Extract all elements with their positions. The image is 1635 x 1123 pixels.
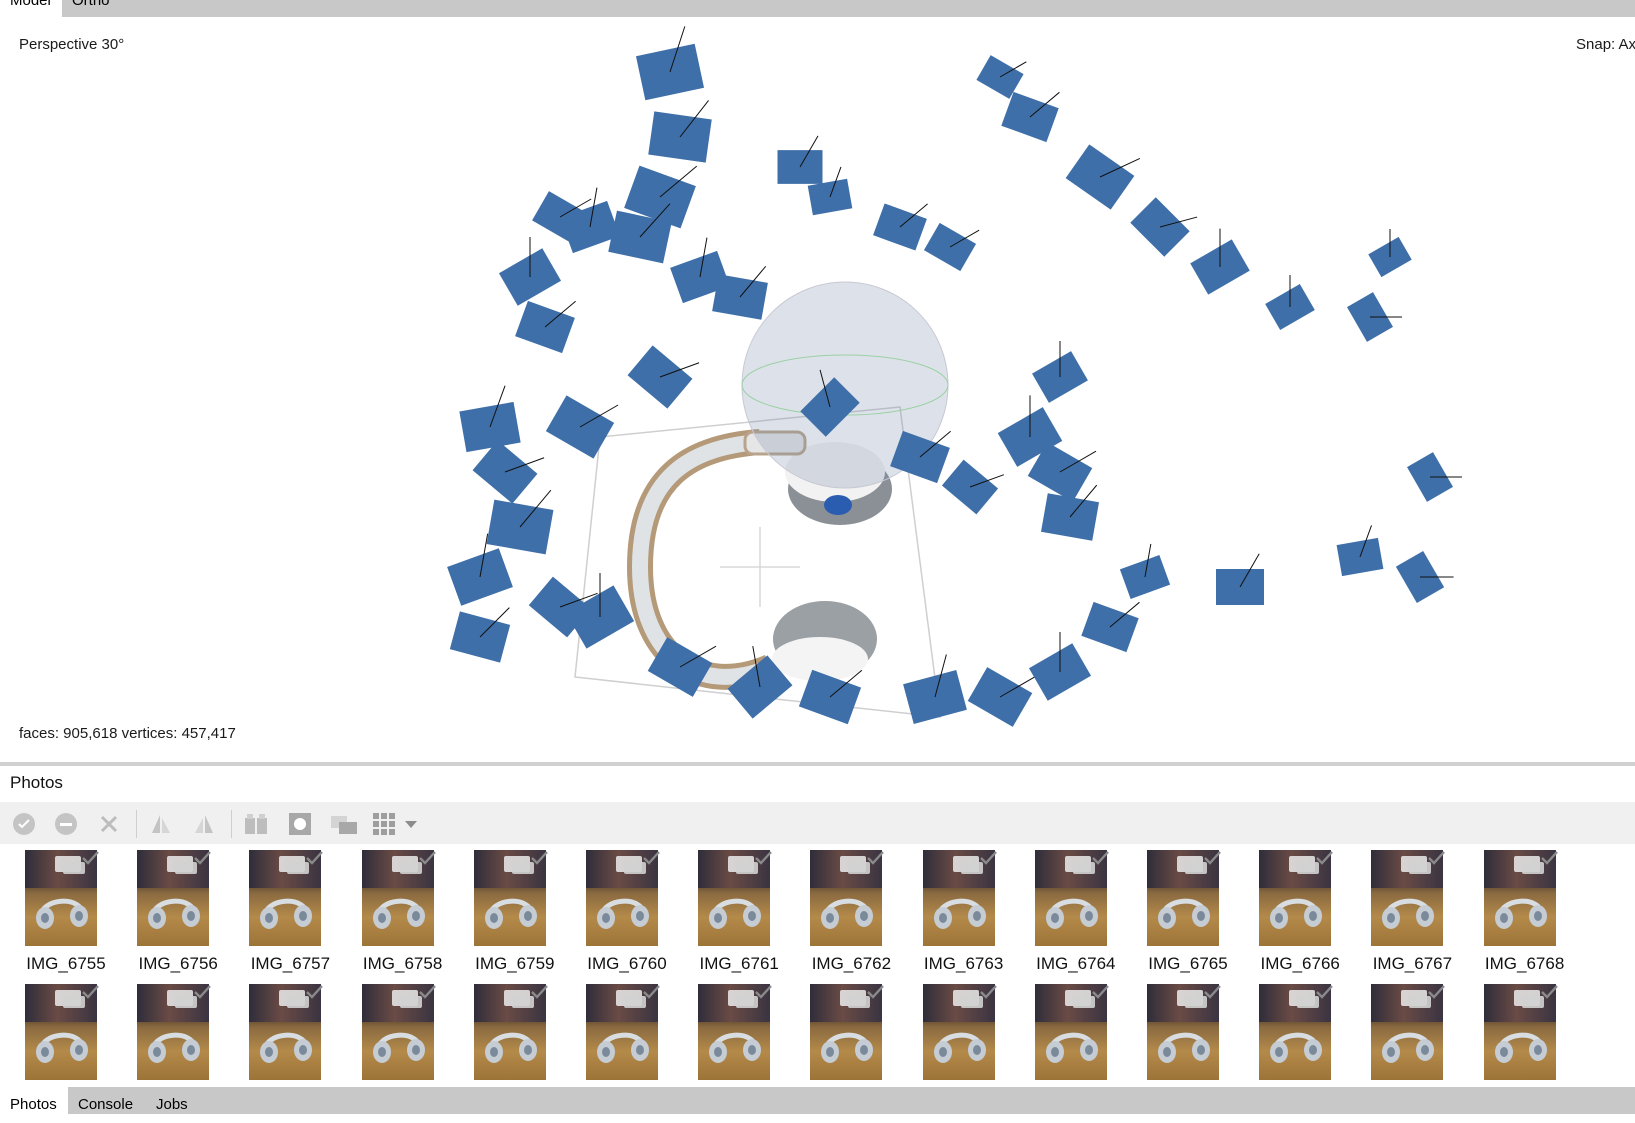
headphone-model: [574, 281, 949, 718]
photo-label: IMG_6760: [587, 954, 667, 973]
aligned-check-icon: [867, 985, 885, 999]
aligned-check-icon: [194, 851, 212, 865]
estimate-quality-icon[interactable]: [243, 811, 273, 837]
photo-item[interactable]: IMG_6761: [683, 850, 795, 980]
tab-jobs[interactable]: Jobs: [146, 1087, 202, 1114]
photo-item[interactable]: [908, 984, 1020, 1087]
tab-console[interactable]: Console: [68, 1087, 146, 1114]
aligned-check-icon: [1204, 985, 1221, 999]
top-tab-bar: Model Ortho: [0, 0, 1635, 17]
photo-label: IMG_6762: [811, 954, 892, 973]
scene-canvas[interactable]: [0, 17, 1635, 762]
disable-cameras-icon[interactable]: [53, 811, 79, 837]
photo-item[interactable]: IMG_6763: [908, 850, 1020, 980]
photo-item[interactable]: [571, 984, 683, 1087]
aligned-check-icon: [418, 985, 436, 999]
photo-item[interactable]: IMG_6768: [1469, 850, 1581, 980]
photo-label: IMG_6759: [475, 954, 555, 973]
photo-item[interactable]: IMG_6755: [10, 850, 122, 980]
projection-label: Perspective 30°: [19, 36, 125, 53]
tab-model[interactable]: Model: [0, 0, 62, 17]
photos-toolbar: [0, 802, 1635, 844]
aligned-check-icon: [82, 985, 99, 999]
photo-item[interactable]: IMG_6764: [1020, 850, 1132, 980]
tab-photos[interactable]: Photos: [0, 1087, 68, 1114]
photo-grid[interactable]: IMG_6755 IMG_6756 IMG_6757 IMG_6758 IMG_6759…: [0, 844, 1635, 1087]
rotate-right-icon[interactable]: [191, 811, 217, 837]
photo-label: IMG_6766: [1260, 954, 1340, 973]
enable-cameras-icon[interactable]: [11, 811, 37, 837]
dropdown-arrow-icon[interactable]: [403, 811, 419, 837]
photo-item[interactable]: [347, 984, 459, 1087]
photo-item[interactable]: IMG_6759: [459, 850, 571, 980]
tab-ortho[interactable]: Ortho: [62, 0, 122, 17]
bottom-tab-bar: Photos Console Jobs: [0, 1087, 1635, 1114]
remove-cameras-icon[interactable]: [96, 811, 122, 837]
photo-item[interactable]: IMG_6767: [1356, 850, 1468, 980]
aligned-check-icon: [1540, 851, 1558, 865]
aligned-check-icon: [1316, 985, 1334, 999]
reset-view-icon[interactable]: [329, 811, 359, 837]
photo-item[interactable]: IMG_6758: [347, 850, 459, 980]
photo-label: IMG_6765: [1148, 954, 1228, 973]
photo-item[interactable]: IMG_6765: [1132, 850, 1244, 980]
photo-label: IMG_6767: [1372, 954, 1453, 973]
aligned-check-icon: [1428, 985, 1446, 999]
photo-label: IMG_6764: [1036, 954, 1116, 973]
photo-item[interactable]: [234, 984, 346, 1087]
photo-item[interactable]: [1020, 984, 1132, 1087]
aligned-check-icon: [1204, 851, 1221, 865]
photos-panel: Photos IMG_6755 IMG_6756 IMG_6757 IMG_67…: [0, 766, 1635, 1087]
aligned-check-icon: [979, 985, 997, 999]
aligned-check-icon: [755, 985, 773, 999]
photo-label: IMG_6761: [699, 954, 779, 973]
mask-icon[interactable]: [287, 811, 313, 837]
photo-item[interactable]: [459, 984, 571, 1087]
rotate-left-icon[interactable]: [148, 811, 174, 837]
aligned-check-icon: [82, 851, 99, 865]
aligned-check-icon: [194, 985, 212, 999]
photo-item[interactable]: [10, 984, 122, 1087]
aligned-check-icon: [643, 985, 660, 999]
photo-item[interactable]: [1244, 984, 1356, 1087]
photo-item[interactable]: [1356, 984, 1468, 1087]
photo-label: IMG_6756: [138, 954, 218, 973]
aligned-check-icon: [306, 985, 324, 999]
aligned-check-icon: [1091, 851, 1109, 865]
aligned-check-icon: [306, 851, 324, 865]
camera-frustums: [447, 26, 1462, 727]
aligned-check-icon: [1316, 851, 1334, 865]
photo-label: IMG_6755: [26, 954, 106, 973]
photo-item[interactable]: IMG_6756: [122, 850, 234, 980]
photo-item[interactable]: [1132, 984, 1244, 1087]
photo-label: IMG_6757: [250, 954, 331, 973]
photo-label: IMG_6768: [1484, 954, 1565, 973]
photo-label: IMG_6758: [362, 954, 443, 973]
photo-label: IMG_6763: [923, 954, 1004, 973]
view-mode-icon[interactable]: [371, 811, 397, 837]
photo-item[interactable]: IMG_6760: [571, 850, 683, 980]
aligned-check-icon: [530, 985, 548, 999]
photo-item[interactable]: IMG_6766: [1244, 850, 1356, 980]
photo-item[interactable]: [1469, 984, 1581, 1087]
aligned-check-icon: [979, 851, 997, 865]
photo-item[interactable]: IMG_6762: [795, 850, 907, 980]
aligned-check-icon: [1091, 985, 1109, 999]
photo-item[interactable]: [122, 984, 234, 1087]
aligned-check-icon: [755, 851, 773, 865]
mesh-stats: faces: 905,618 vertices: 457,417: [19, 725, 236, 742]
aligned-check-icon: [530, 851, 548, 865]
aligned-check-icon: [867, 851, 885, 865]
aligned-check-icon: [643, 851, 660, 865]
model-viewport[interactable]: Perspective 30° Snap: Axis faces: 905,61…: [0, 17, 1635, 762]
aligned-check-icon: [1428, 851, 1446, 865]
photo-item[interactable]: [795, 984, 907, 1087]
snap-label: Snap: Axis: [1576, 36, 1635, 53]
photo-item[interactable]: IMG_6757: [234, 850, 346, 980]
photo-item[interactable]: [683, 984, 795, 1087]
aligned-check-icon: [1540, 985, 1558, 999]
aligned-check-icon: [418, 851, 436, 865]
panel-title: Photos: [10, 773, 63, 792]
